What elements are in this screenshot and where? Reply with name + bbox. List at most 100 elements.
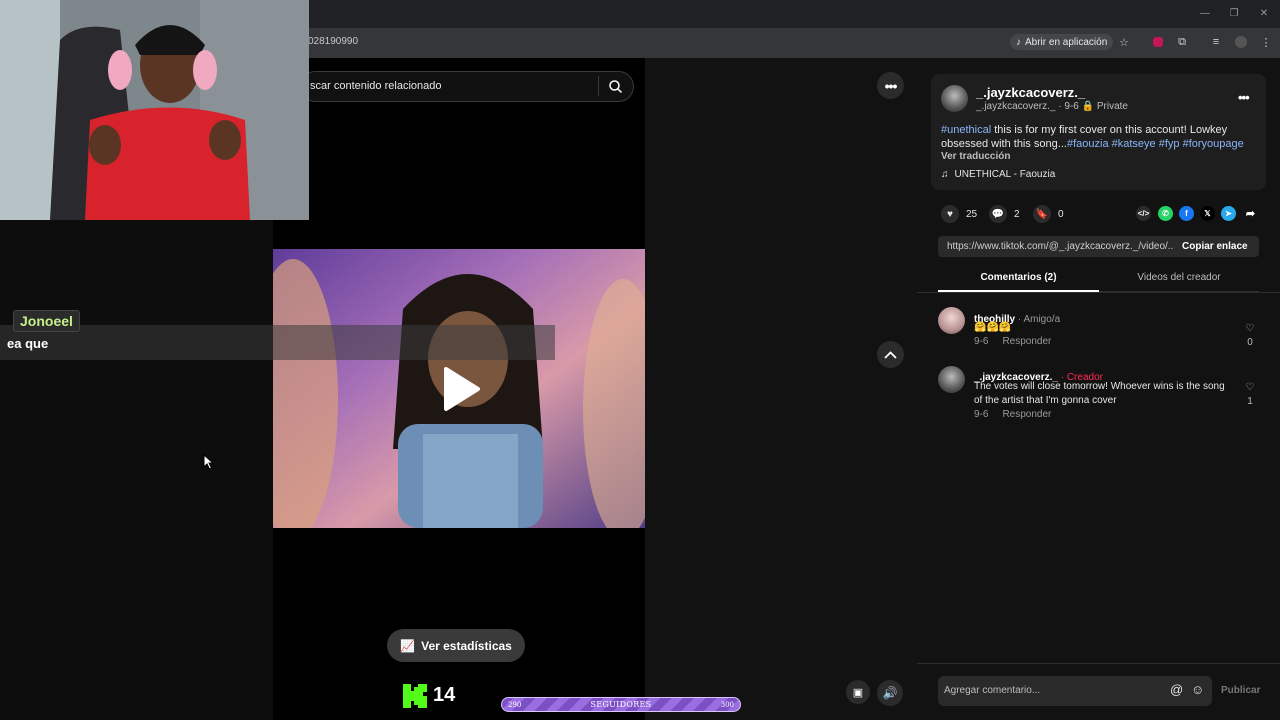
like-button[interactable]: ♥ 25 bbox=[941, 205, 977, 223]
tab-comments[interactable]: Comentarios (2) bbox=[938, 268, 1099, 292]
chart-icon: 📈 bbox=[400, 638, 416, 653]
chevron-up-icon bbox=[884, 350, 897, 359]
comment-button[interactable]: 💬 2 bbox=[989, 205, 1020, 223]
open-in-app-label: Abrir en aplicación bbox=[1025, 36, 1108, 48]
play-icon[interactable] bbox=[440, 365, 482, 413]
stream-background bbox=[0, 220, 273, 720]
x-icon[interactable]: 𝕏 bbox=[1200, 206, 1215, 221]
volume-button[interactable]: 🔊 bbox=[877, 680, 903, 706]
comment-like-button[interactable]: ♡ 0 bbox=[1240, 323, 1260, 348]
view-stats-button[interactable]: 📈 Ver estadísticas bbox=[387, 629, 525, 662]
comment-placeholder: Agregar comentario... bbox=[944, 685, 1041, 696]
comment-meta: 9-6 Responder bbox=[974, 409, 1051, 420]
post-date: 9-6 bbox=[1064, 101, 1079, 112]
comment-date: 9-6 bbox=[974, 336, 989, 347]
music-note-icon: ♫ bbox=[941, 169, 949, 180]
post-username[interactable]: _.jayzkcacoverz._ bbox=[976, 85, 1085, 100]
post-handle[interactable]: _.jayzkcacoverz._ bbox=[976, 101, 1055, 112]
tab-creator-videos[interactable]: Videos del creador bbox=[1099, 268, 1259, 292]
profile-icon[interactable] bbox=[1233, 34, 1249, 50]
bookmark-icon: 🔖 bbox=[1033, 205, 1051, 223]
open-in-app-button[interactable]: ♪ Abrir en aplicación bbox=[1010, 34, 1114, 50]
comment-like-button[interactable]: ♡ 1 bbox=[1240, 382, 1260, 407]
avatar[interactable] bbox=[938, 307, 965, 334]
privacy-label: Private bbox=[1096, 101, 1128, 112]
tabs-divider bbox=[917, 292, 1280, 293]
media-control-icon[interactable]: ≡ bbox=[1208, 34, 1224, 50]
search-placeholder: scar contenido relacionado bbox=[310, 80, 442, 92]
volume-icon: 🔊 bbox=[882, 686, 898, 700]
more-icon: ••• bbox=[884, 77, 898, 94]
heart-icon: ♥ bbox=[941, 205, 959, 223]
save-count: 0 bbox=[1058, 208, 1064, 220]
extension-icon[interactable] bbox=[1150, 34, 1166, 50]
search-divider bbox=[598, 76, 599, 96]
restore-icon[interactable]: ❐ bbox=[1227, 6, 1241, 20]
followers-label: SEGUIDORES bbox=[590, 700, 652, 709]
comment-like-count: 1 bbox=[1247, 396, 1253, 407]
hashtag-link[interactable]: #faouzia bbox=[1067, 138, 1109, 150]
followers-max: 300 bbox=[720, 700, 734, 709]
embed-icon[interactable]: </> bbox=[1136, 206, 1151, 221]
facebook-icon[interactable]: f bbox=[1179, 206, 1194, 221]
see-translation-link[interactable]: Ver traducción bbox=[941, 151, 1010, 162]
tiktok-icon: ♪ bbox=[1016, 36, 1021, 48]
avatar[interactable] bbox=[941, 85, 968, 112]
comment-tag: · Amigo/a bbox=[1015, 314, 1061, 325]
viewer-count: 14 bbox=[433, 684, 456, 706]
post-caption: #unethical this is for my first cover on… bbox=[941, 123, 1261, 151]
chat-overlay-strip bbox=[0, 325, 555, 360]
webcam-overlay bbox=[0, 0, 309, 220]
comment-text: 🤗🤗🤗 bbox=[974, 322, 1012, 333]
puzzle-icon[interactable]: ⧉ bbox=[1174, 34, 1190, 50]
kick-logo-icon bbox=[403, 684, 427, 708]
minimize-icon[interactable]: — bbox=[1198, 6, 1212, 20]
emoji-icon[interactable]: ☺ bbox=[1191, 682, 1204, 697]
hashtag-link[interactable]: #unethical bbox=[941, 124, 991, 136]
link-box: https://www.tiktok.com/@_.jayzkcacoverz.… bbox=[938, 236, 1259, 257]
search-icon[interactable] bbox=[608, 79, 623, 94]
comment-count: 2 bbox=[1014, 208, 1020, 220]
url-text[interactable]: 028190990 bbox=[308, 36, 358, 47]
chat-username: Jonoeel bbox=[13, 310, 80, 332]
webcam-image bbox=[0, 0, 309, 220]
chat-message: ea que bbox=[7, 336, 49, 351]
comment-text: The votes will close tomorrow! Whoever w… bbox=[974, 381, 1225, 406]
mention-icon[interactable]: @ bbox=[1170, 682, 1183, 697]
save-button[interactable]: 🔖 0 bbox=[1033, 205, 1064, 223]
picture-in-picture-button[interactable]: ▣ bbox=[846, 680, 870, 704]
view-stats-label: Ver estadísticas bbox=[421, 638, 512, 653]
mouse-cursor-icon bbox=[203, 454, 215, 470]
followers-min: 290 bbox=[508, 700, 522, 709]
comment-meta: 9-6 Responder bbox=[974, 336, 1051, 347]
followers-goal-bar: 290 SEGUIDORES 300 bbox=[501, 697, 741, 712]
like-count: 25 bbox=[966, 208, 978, 220]
avatar[interactable] bbox=[938, 366, 965, 393]
heart-outline-icon: ♡ bbox=[1245, 323, 1255, 334]
reply-button[interactable]: Responder bbox=[1002, 336, 1051, 347]
close-icon[interactable]: ✕ bbox=[1257, 6, 1271, 20]
lock-icon: 🔒 bbox=[1081, 101, 1097, 112]
video-link-url[interactable]: https://www.tiktok.com/@_.jayzkcacoverz.… bbox=[938, 241, 1174, 252]
more-options-button[interactable]: ••• bbox=[877, 72, 904, 99]
hashtag-link[interactable]: #foryoupage bbox=[1183, 138, 1244, 150]
publish-button[interactable]: Publicar bbox=[1221, 685, 1260, 696]
comment-like-count: 0 bbox=[1247, 337, 1253, 348]
share-icon[interactable]: ➦ bbox=[1243, 206, 1258, 221]
star-icon[interactable]: ☆ bbox=[1116, 34, 1132, 50]
copy-link-button[interactable]: Copiar enlace bbox=[1174, 241, 1248, 252]
kebab-menu-icon[interactable]: ⋮ bbox=[1258, 34, 1274, 50]
pip-icon: ▣ bbox=[852, 686, 864, 699]
post-more-icon[interactable]: ••• bbox=[1238, 90, 1250, 105]
heart-outline-icon: ♡ bbox=[1245, 382, 1255, 393]
previous-video-button[interactable] bbox=[877, 341, 904, 368]
music-link[interactable]: ♫ UNETHICAL - Faouzia bbox=[941, 169, 1055, 180]
telegram-icon[interactable]: ➤ bbox=[1221, 206, 1236, 221]
hashtag-link[interactable]: #fyp bbox=[1159, 138, 1180, 150]
hashtag-link[interactable]: #katseye bbox=[1112, 138, 1156, 150]
comment-date: 9-6 bbox=[974, 409, 989, 420]
comment-icon: 💬 bbox=[989, 205, 1007, 223]
music-title: UNETHICAL - Faouzia bbox=[954, 169, 1056, 180]
whatsapp-icon[interactable]: ✆ bbox=[1158, 206, 1173, 221]
reply-button[interactable]: Responder bbox=[1002, 409, 1051, 420]
